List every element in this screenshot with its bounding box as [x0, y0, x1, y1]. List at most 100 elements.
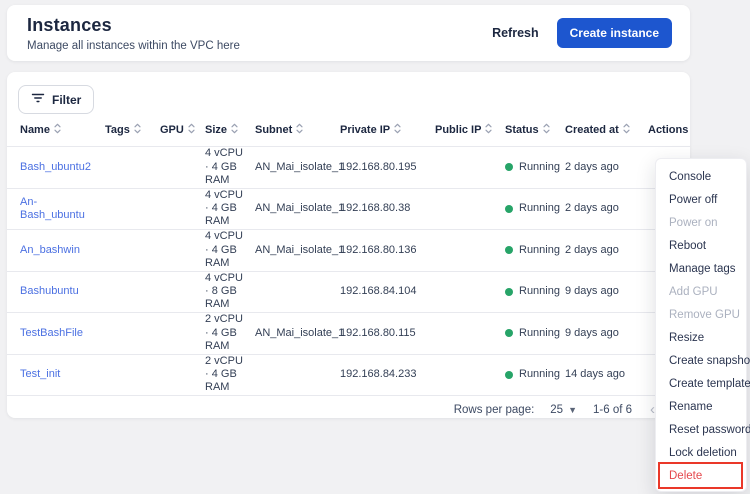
subnet-cell: AN_Mai_isolate_1	[255, 161, 340, 174]
page-header-card: Instances Manage all instances within th…	[7, 5, 690, 61]
instance-name-link[interactable]: An_bashwin	[20, 244, 80, 256]
table-header-row: Name Tags GPU Size Subnet Private IP	[7, 123, 690, 147]
context-menu-item[interactable]: Create snapshot	[656, 349, 746, 372]
table-row: Bashubuntu 4 vCPU · 8 GB RAM 192.168.84.…	[7, 272, 690, 314]
created-at-cell: 2 days ago	[565, 202, 648, 215]
context-menu-item[interactable]: Power off	[656, 188, 746, 211]
status-cell: Running	[505, 285, 565, 298]
column-header[interactable]: Status	[505, 123, 565, 137]
context-menu-item: Remove GPU	[656, 303, 746, 326]
rows-per-page-select[interactable]: 25 ▼	[550, 404, 577, 416]
filter-icon	[31, 92, 45, 107]
private-ip-cell: 192.168.80.38	[340, 202, 435, 215]
status-cell: Running	[505, 244, 565, 257]
created-at-cell: 14 days ago	[565, 368, 648, 381]
pagination-range: 1-6 of 6	[593, 404, 632, 416]
table-body: Bash_ubuntu2 4 vCPU · 4 GB RAM AN_Mai_is…	[7, 147, 690, 396]
column-header[interactable]: GPU	[160, 123, 205, 137]
context-menu-item: Add GPU	[656, 280, 746, 303]
status-cell: Running	[505, 368, 565, 381]
column-header[interactable]: Created at	[565, 123, 648, 137]
column-header[interactable]: Size	[205, 123, 255, 137]
subnet-cell: AN_Mai_isolate_1	[255, 327, 340, 340]
sort-icon	[394, 123, 401, 137]
status-label: Running	[519, 244, 560, 257]
caret-down-icon: ▼	[568, 405, 577, 415]
context-menu-item[interactable]: Rename	[656, 395, 746, 418]
context-menu-item[interactable]: Console	[656, 165, 746, 188]
status-dot-icon	[505, 205, 513, 213]
created-at-cell: 9 days ago	[565, 285, 648, 298]
context-menu-item[interactable]: Resize	[656, 326, 746, 349]
size-cell: 2 vCPU · 4 GB RAM	[205, 355, 255, 395]
create-instance-button[interactable]: Create instance	[557, 18, 672, 48]
private-ip-cell: 192.168.80.195	[340, 161, 435, 174]
sort-icon	[231, 123, 238, 137]
column-header-label: Public IP	[435, 124, 481, 136]
created-at-cell: 2 days ago	[565, 244, 648, 257]
instance-name-link[interactable]: Bashubuntu	[20, 285, 79, 297]
instance-name-link[interactable]: An-Bash_ubuntu	[20, 196, 85, 221]
context-menu-item[interactable]: Lock deletion	[656, 441, 746, 464]
size-cell: 4 vCPU · 8 GB RAM	[205, 272, 255, 312]
status-dot-icon	[505, 246, 513, 254]
status-label: Running	[519, 161, 560, 174]
rows-per-page-value: 25	[550, 404, 563, 416]
column-header-label: Actions	[648, 124, 688, 136]
column-header[interactable]: Name	[20, 123, 105, 137]
size-cell: 2 vCPU · 4 GB RAM	[205, 313, 255, 353]
column-header[interactable]: Subnet	[255, 123, 340, 137]
column-header[interactable]: Private IP	[340, 123, 435, 137]
table-row: Bash_ubuntu2 4 vCPU · 4 GB RAM AN_Mai_is…	[7, 147, 690, 189]
status-cell: Running	[505, 202, 565, 215]
header-actions: Refresh Create instance	[492, 18, 672, 48]
column-header[interactable]: Tags	[105, 123, 160, 137]
context-menu-item[interactable]: Delete	[656, 464, 746, 487]
status-cell: Running	[505, 161, 565, 174]
status-cell: Running	[505, 327, 565, 340]
instance-name-link[interactable]: TestBashFile	[20, 327, 83, 339]
context-menu-item[interactable]: Manage tags	[656, 257, 746, 280]
sort-icon	[54, 123, 61, 137]
size-cell: 4 vCPU · 4 GB RAM	[205, 147, 255, 187]
table-row: TestBashFile 2 vCPU · 4 GB RAM AN_Mai_is…	[7, 313, 690, 355]
created-at-cell: 2 days ago	[565, 161, 648, 174]
instance-name-link[interactable]: Test_init	[20, 368, 60, 380]
column-header-label: Private IP	[340, 124, 390, 136]
instance-name-link[interactable]: Bash_ubuntu2	[20, 161, 91, 173]
refresh-button[interactable]: Refresh	[492, 26, 539, 40]
pagination-bar: Rows per page: 25 ▼ 1-6 of 6 ‹ ›	[7, 396, 690, 423]
status-dot-icon	[505, 163, 513, 171]
table-row: An_bashwin 4 vCPU · 4 GB RAM AN_Mai_isol…	[7, 230, 690, 272]
created-at-cell: 9 days ago	[565, 327, 648, 340]
status-label: Running	[519, 368, 560, 381]
status-label: Running	[519, 327, 560, 340]
sort-icon	[623, 123, 630, 137]
status-dot-icon	[505, 371, 513, 379]
sort-icon	[543, 123, 550, 137]
table-row: Test_init 2 vCPU · 4 GB RAM 192.168.84.2…	[7, 355, 690, 397]
context-menu-item[interactable]: Reset password	[656, 418, 746, 441]
sort-icon	[296, 123, 303, 137]
column-header[interactable]: Actions	[648, 124, 690, 136]
context-menu-item: Power on	[656, 211, 746, 234]
size-cell: 4 vCPU · 4 GB RAM	[205, 230, 255, 270]
context-menu-item[interactable]: Reboot	[656, 234, 746, 257]
status-label: Running	[519, 202, 560, 215]
private-ip-cell: 192.168.84.233	[340, 368, 435, 381]
context-menu-items: Console Power off Power on Reboot Manage…	[656, 165, 746, 487]
status-label: Running	[519, 285, 560, 298]
column-header-label: Name	[20, 124, 50, 136]
page-subtitle: Manage all instances within the VPC here	[27, 40, 240, 52]
private-ip-cell: 192.168.80.115	[340, 327, 435, 340]
context-menu-item[interactable]: Create template	[656, 372, 746, 395]
column-header[interactable]: Public IP	[435, 123, 505, 137]
filter-button[interactable]: Filter	[18, 85, 94, 114]
column-header-label: Subnet	[255, 124, 292, 136]
status-dot-icon	[505, 329, 513, 337]
column-header-label: Created at	[565, 124, 619, 136]
private-ip-cell: 192.168.84.104	[340, 285, 435, 298]
size-cell: 4 vCPU · 4 GB RAM	[205, 189, 255, 229]
column-header-label: Status	[505, 124, 539, 136]
column-header-label: Size	[205, 124, 227, 136]
